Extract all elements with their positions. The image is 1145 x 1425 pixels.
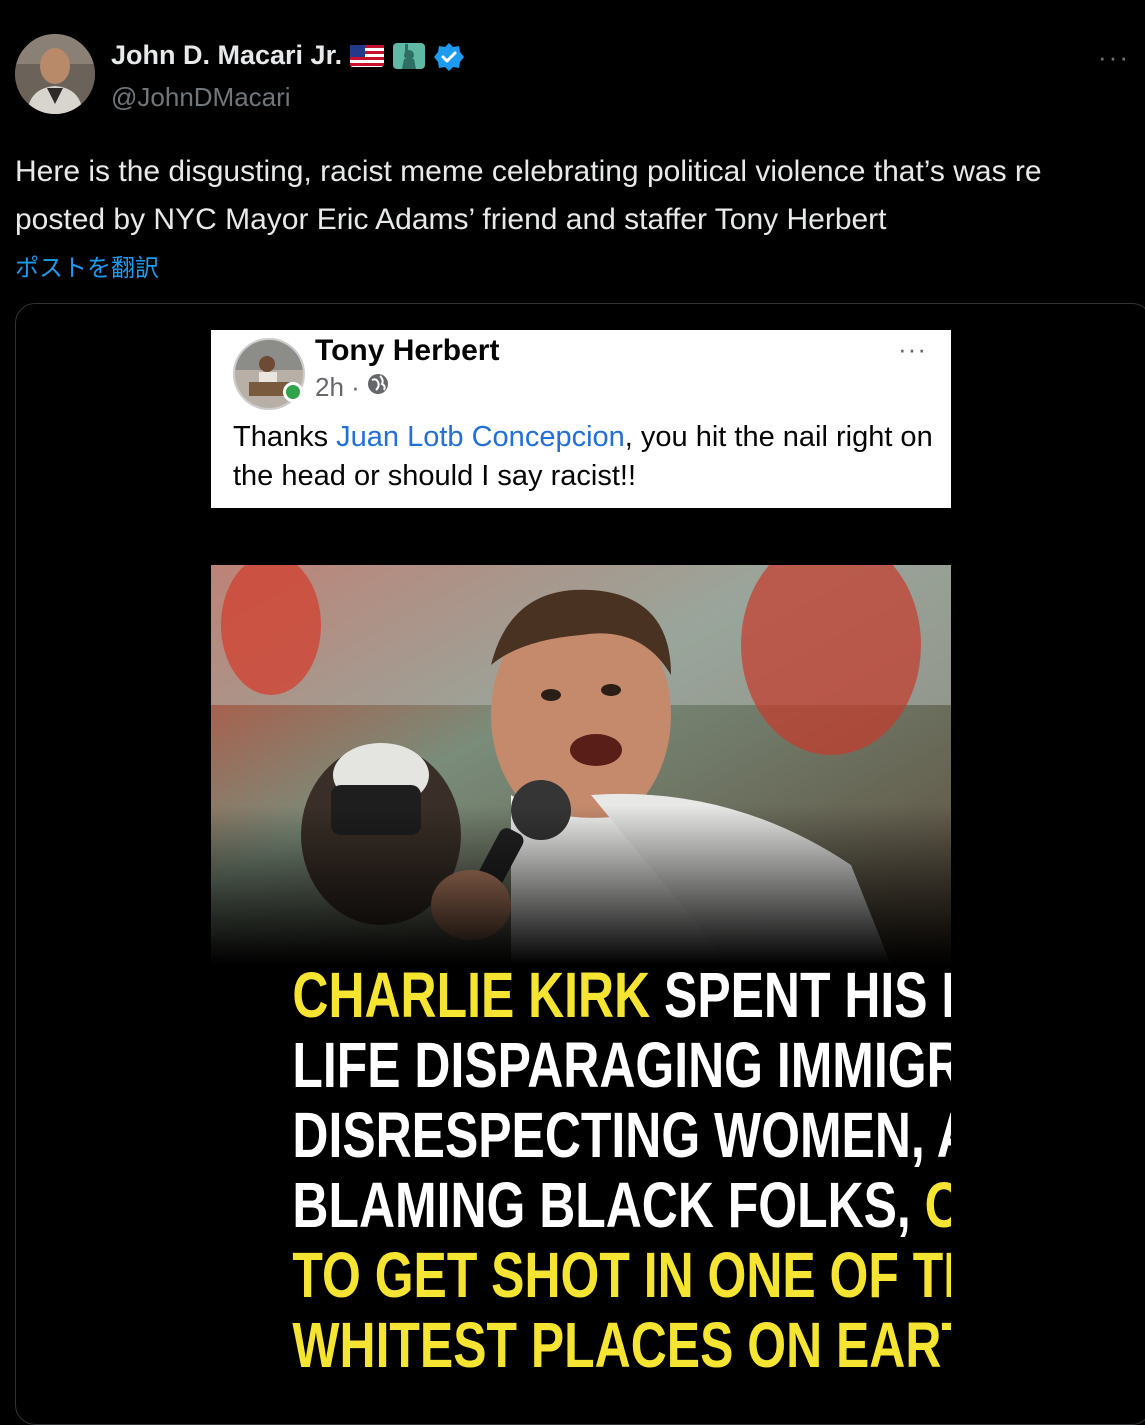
globe-icon — [366, 372, 390, 403]
meme-photo — [211, 565, 951, 965]
embedded-more-icon: ··· — [898, 334, 927, 364]
tweet-header: John D. Macari Jr. @JohnDMacari ··· — [15, 34, 1130, 116]
author-name-row: John D. Macari Jr. — [111, 40, 468, 71]
meme-caption: CHARLIE KIRK SPENT HIS ENTIRE LIFE DISPA… — [292, 959, 951, 1381]
embedded-author-name: Tony Herbert — [315, 334, 500, 367]
embedded-facebook-post: Tony Herbert 2h · ··· Thanks Juan Lotb C… — [211, 330, 951, 508]
online-status-dot — [283, 382, 303, 402]
caption-line-4-yellow: ONLY — [925, 1169, 951, 1241]
tweet-text: Here is the disgusting, racist meme cele… — [15, 155, 1042, 236]
caption-line-1: CHARLIE KIRK SPENT HIS ENTIRE — [292, 959, 951, 1031]
mention-link: Juan Lotb Concepcion — [336, 421, 625, 453]
statue-of-liberty-icon — [392, 42, 426, 70]
meme-image: CHARLIE KIRK SPENT HIS ENTIRE LIFE DISPA… — [211, 565, 951, 1415]
translate-post-link[interactable]: ポストを翻訳 — [15, 248, 159, 283]
verified-badge-icon — [434, 42, 468, 71]
embedded-post-text: Thanks Juan Lotb Concepcion, you hit the… — [233, 418, 933, 496]
author-handle[interactable]: @JohnDMacari — [111, 82, 291, 113]
author-name[interactable]: John D. Macari Jr. — [111, 40, 342, 71]
embedded-time-text: 2h · — [315, 372, 360, 402]
embedded-text-before: Thanks — [233, 421, 337, 453]
caption-line-5: TO GET SHOT IN ONE OF THE — [292, 1239, 951, 1311]
more-options-icon[interactable]: ··· — [1098, 42, 1130, 73]
caption-line-4: BLAMING BLACK FOLKS, ONLY — [292, 1170, 951, 1240]
caption-line-2: LIFE DISPARAGING IMMIGRANTS, — [292, 1029, 951, 1101]
avatar[interactable] — [15, 34, 95, 114]
caption-line-1-rest: SPENT HIS ENTIRE — [664, 959, 951, 1031]
us-flag-icon — [350, 42, 385, 70]
caption-line-4-white: BLAMING BLACK FOLKS, — [292, 1169, 925, 1241]
caption-name-highlight: CHARLIE KIRK — [292, 959, 651, 1031]
caption-line-6: WHITEST PLACES ON EARTH. — [292, 1309, 951, 1381]
embedded-post-time: 2h · — [315, 372, 390, 403]
caption-line-3: DISRESPECTING WOMEN, AND — [292, 1099, 951, 1171]
